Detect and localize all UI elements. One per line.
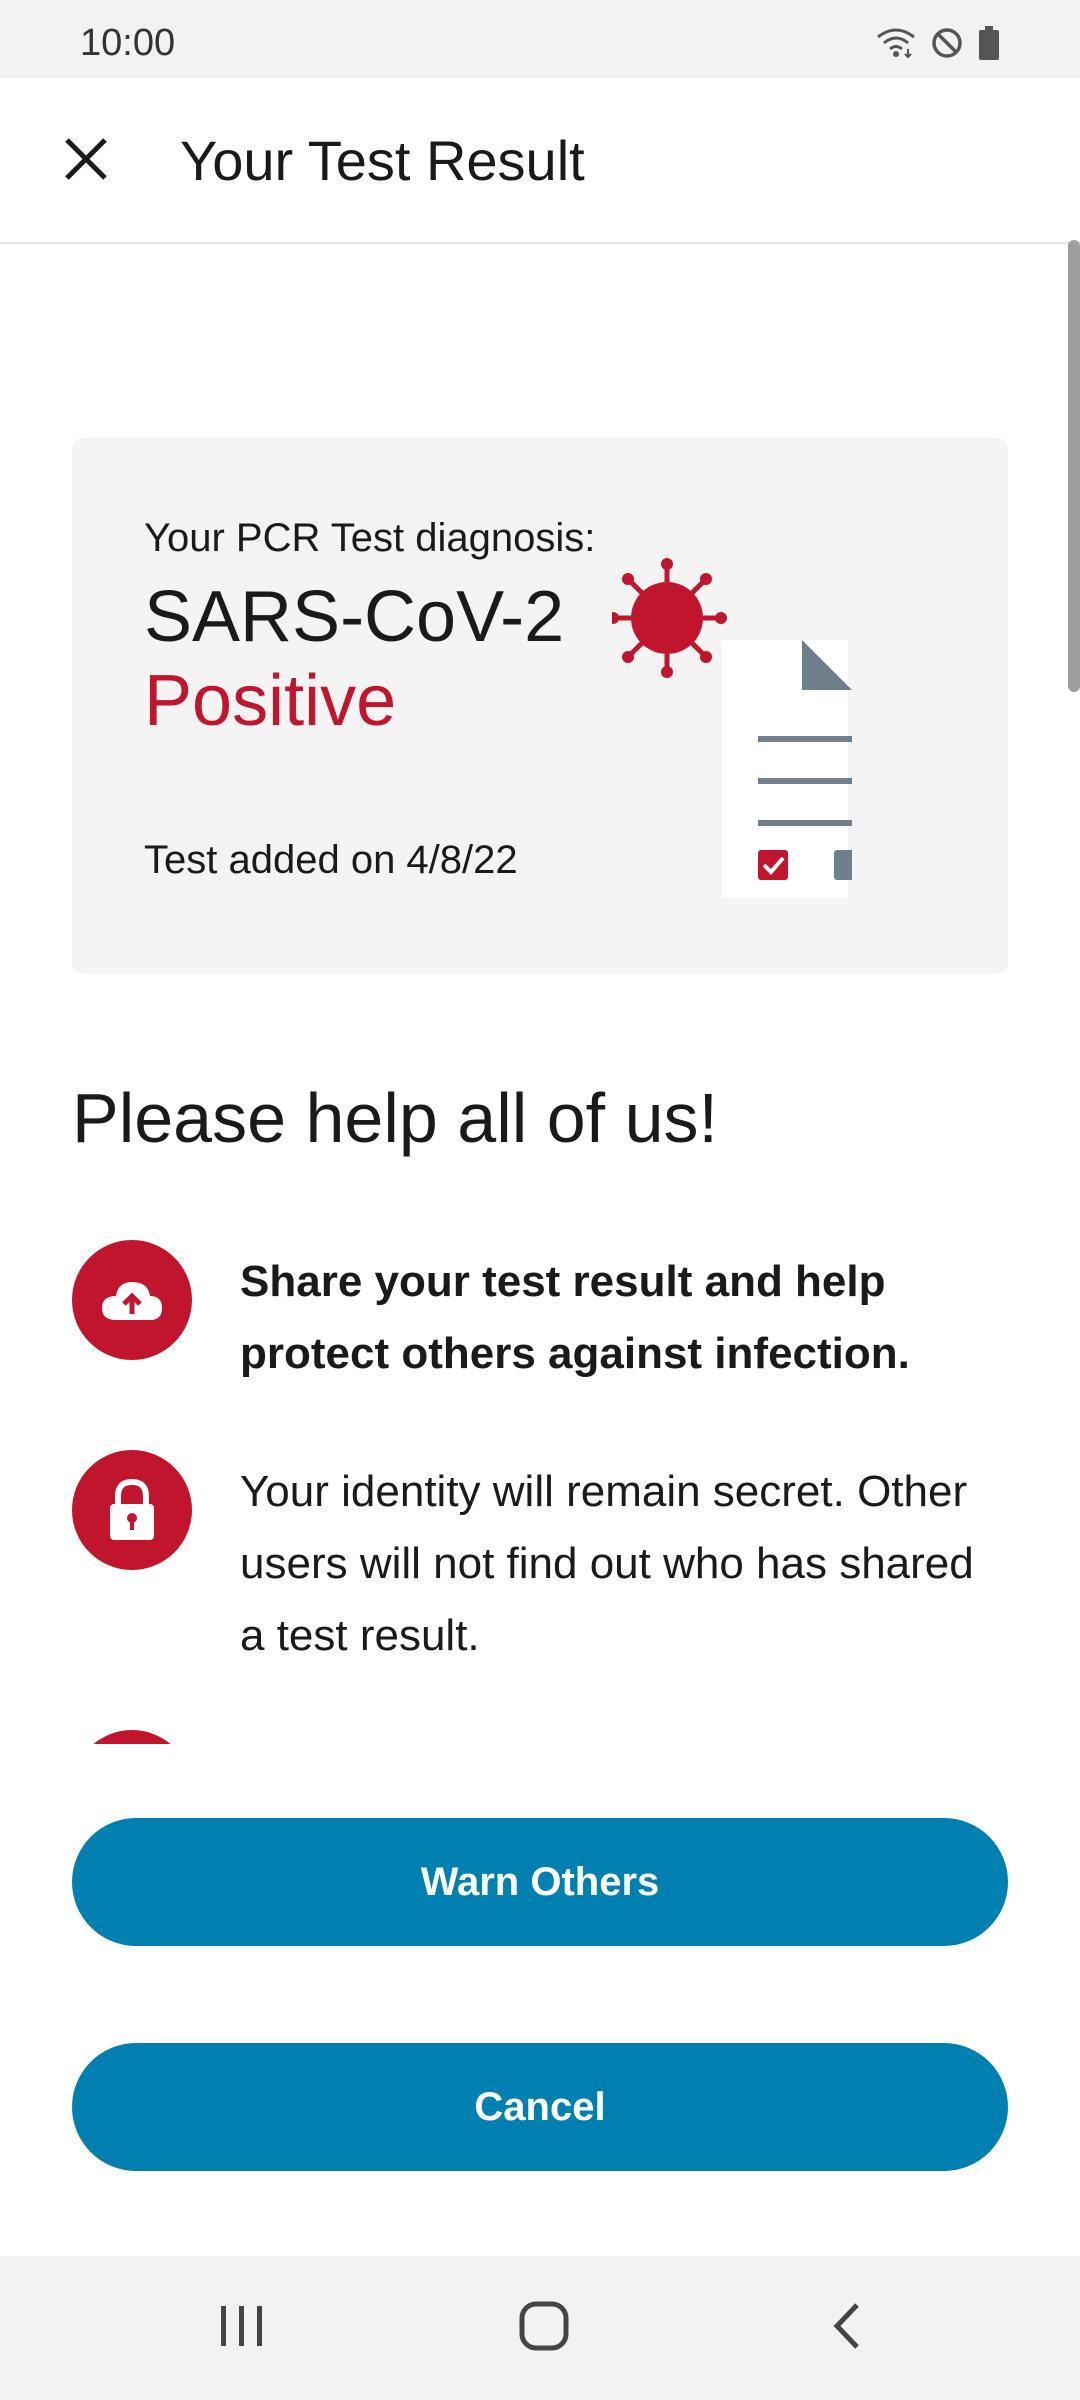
- test-document-illustration: [607, 558, 882, 918]
- test-date: Test added on 4/8/22: [144, 838, 518, 882]
- status-bar: 10:00: [0, 0, 1080, 78]
- cloud-upload-icon: [72, 1240, 192, 1360]
- lock-icon: [72, 1450, 192, 1570]
- cancel-button[interactable]: Cancel: [72, 2043, 1008, 2171]
- diagnosis-status: Positive: [144, 661, 397, 741]
- help-title: Please help all of us!: [72, 1079, 718, 1157]
- diagnosis-label: Your PCR Test diagnosis:: [144, 516, 596, 560]
- close-button[interactable]: [48, 123, 124, 199]
- home-icon: [518, 2300, 570, 2357]
- back-button[interactable]: [806, 2298, 886, 2358]
- home-button[interactable]: [504, 2298, 584, 2358]
- do-not-disturb-icon: [930, 26, 964, 65]
- info-text-share: Share your test result and help protect …: [240, 1257, 910, 1378]
- back-icon: [829, 2301, 863, 2356]
- scrollbar[interactable]: [1068, 240, 1080, 692]
- info-item-partial: [72, 1730, 192, 1744]
- app-bar: Your Test Result: [0, 78, 1080, 244]
- wifi-icon: [876, 27, 916, 64]
- recent-apps-icon: [217, 2304, 267, 2353]
- recent-apps-button[interactable]: [202, 2298, 282, 2358]
- info-text-identity: Your identity will remain secret. Other …: [240, 1467, 974, 1660]
- status-time: 10:00: [80, 22, 176, 64]
- status-icons: [876, 26, 1000, 65]
- warn-others-button[interactable]: Warn Others: [72, 1818, 1008, 1946]
- page-title: Your Test Result: [180, 129, 585, 192]
- diagnosis-name: SARS-CoV-2: [144, 577, 565, 657]
- system-nav-bar: [0, 2256, 1080, 2400]
- test-result-card: Your PCR Test diagnosis: SARS-CoV-2 Posi…: [72, 438, 1008, 974]
- close-icon: [63, 136, 109, 187]
- battery-icon: [978, 26, 1000, 65]
